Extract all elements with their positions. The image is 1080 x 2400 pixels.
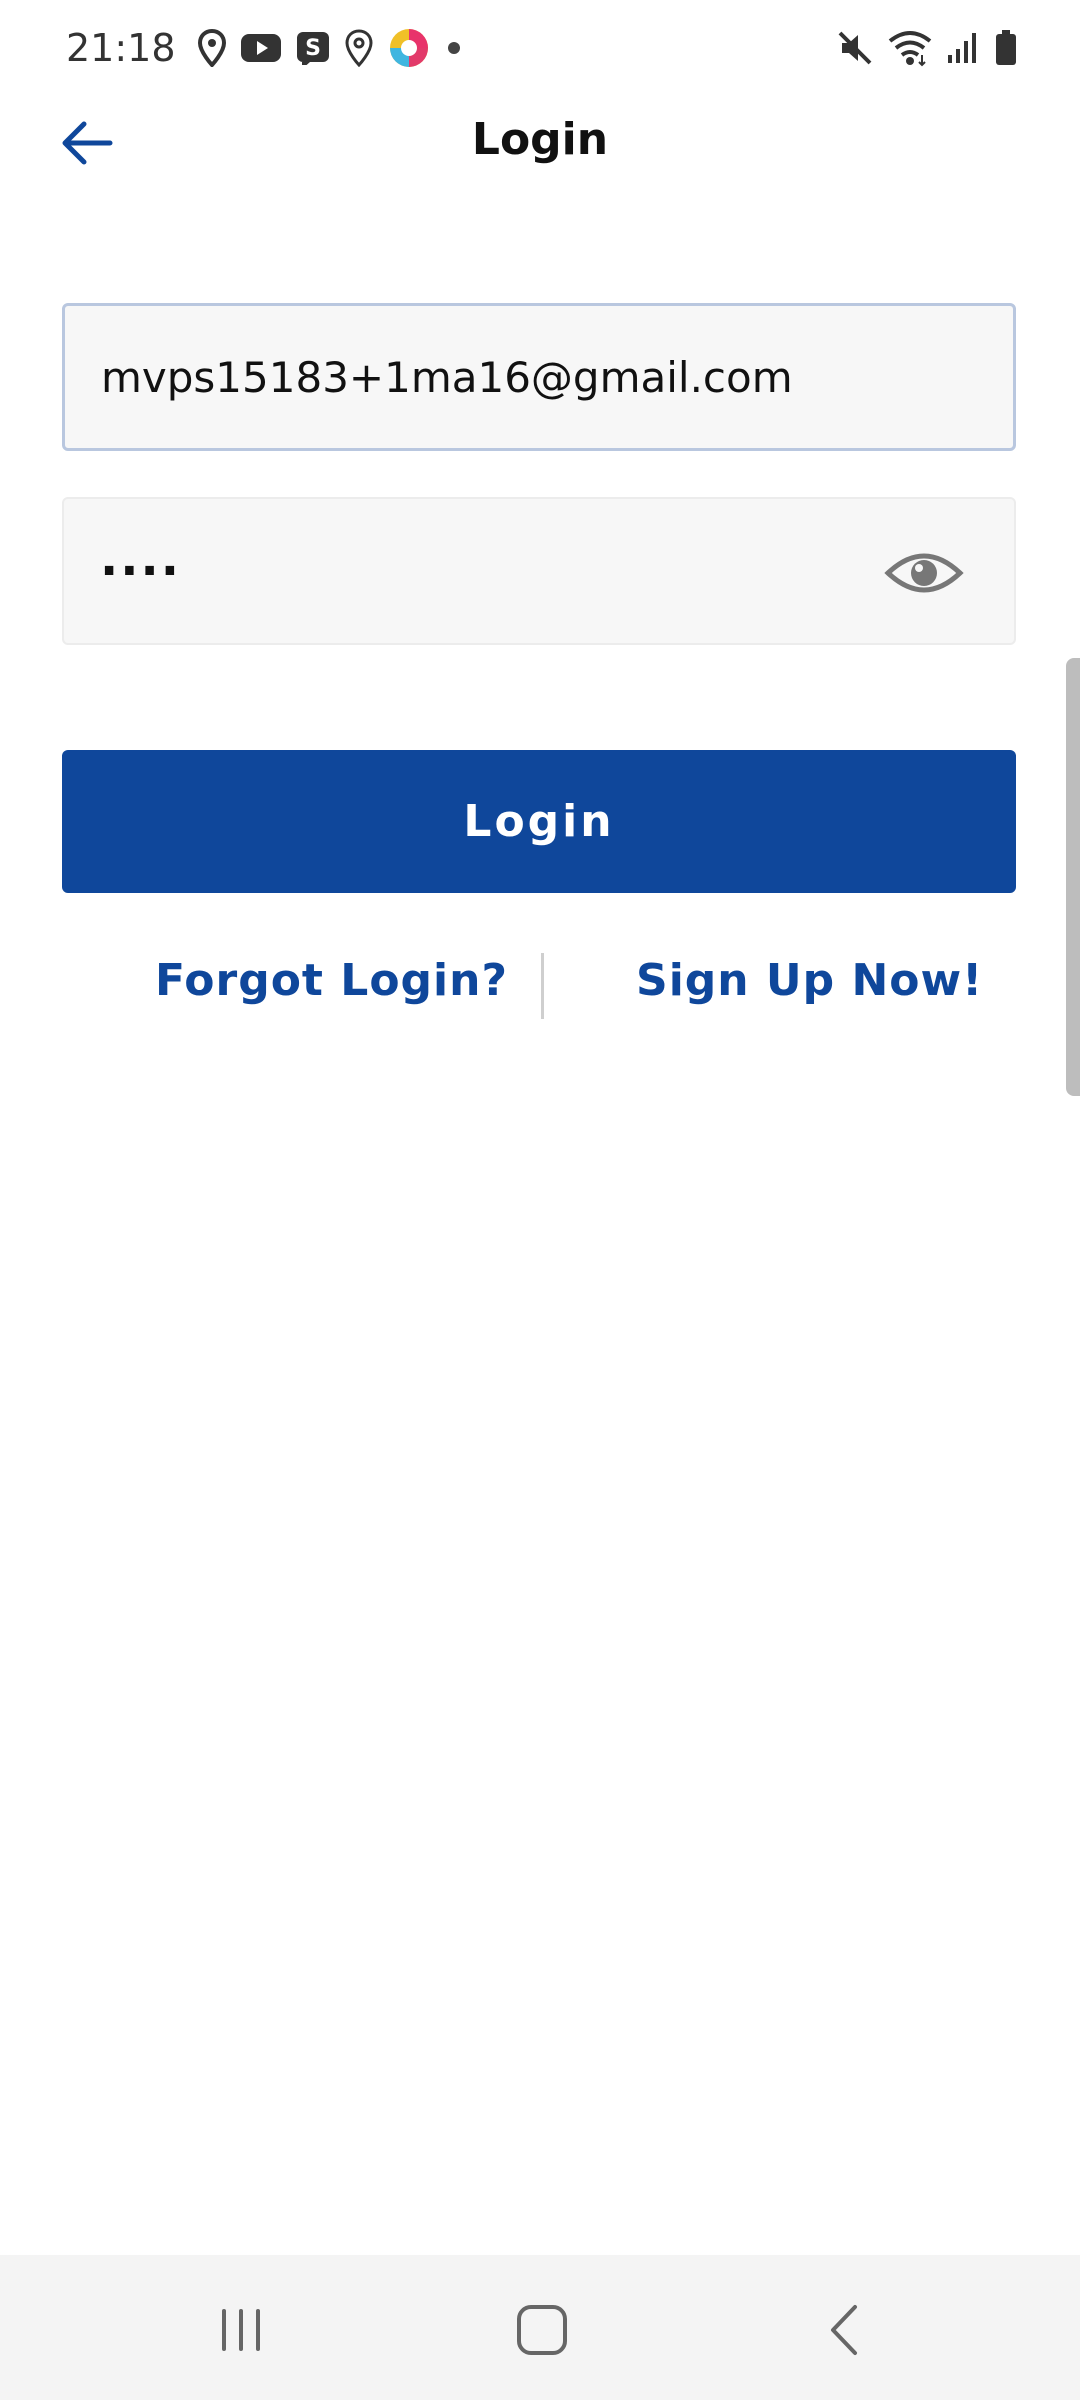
back-chevron-icon xyxy=(831,2305,857,2355)
wifi-icon xyxy=(888,29,932,67)
nav-back-button[interactable] xyxy=(800,2285,890,2375)
show-password-button[interactable] xyxy=(884,535,964,611)
home-button[interactable] xyxy=(497,2285,587,2375)
status-time: 21:18 xyxy=(66,26,176,70)
email-field[interactable]: mvps15183+1ma16@gmail.com xyxy=(62,303,1016,451)
links-divider xyxy=(541,953,544,1019)
battery-icon xyxy=(994,29,1018,67)
status-bar: 21:18 S xyxy=(0,0,1080,96)
youtube-icon xyxy=(240,32,282,64)
forgot-login-link[interactable]: Forgot Login? xyxy=(155,955,508,1006)
s-app-icon: S xyxy=(296,31,330,65)
login-button[interactable]: Login xyxy=(62,750,1016,893)
top-app-bar: Login xyxy=(0,96,1080,186)
scrollbar[interactable] xyxy=(1066,658,1080,1096)
recents-button[interactable] xyxy=(196,2285,286,2375)
login-button-label: Login xyxy=(463,796,615,847)
password-field[interactable]: ···· xyxy=(62,497,1016,645)
s-app-letter: S xyxy=(305,36,321,61)
map-pin-icon xyxy=(344,29,374,67)
status-left: 21:18 S xyxy=(66,26,464,70)
mute-icon xyxy=(836,29,874,67)
home-icon xyxy=(517,2305,567,2355)
sign-up-link[interactable]: Sign Up Now! xyxy=(636,955,983,1006)
password-field-value: ···· xyxy=(100,543,181,599)
location-icon xyxy=(197,29,226,67)
links-row: Forgot Login? Sign Up Now! xyxy=(0,953,1080,1025)
color-app-icon xyxy=(388,27,430,69)
status-right xyxy=(836,29,1018,67)
dot-icon xyxy=(444,38,464,58)
signal-icon xyxy=(946,31,980,65)
system-nav-bar xyxy=(0,2255,1080,2400)
recents-icon xyxy=(222,2309,260,2351)
page-title: Login xyxy=(471,114,609,165)
eye-icon xyxy=(884,553,964,593)
email-field-value: mvps15183+1ma16@gmail.com xyxy=(101,352,793,402)
